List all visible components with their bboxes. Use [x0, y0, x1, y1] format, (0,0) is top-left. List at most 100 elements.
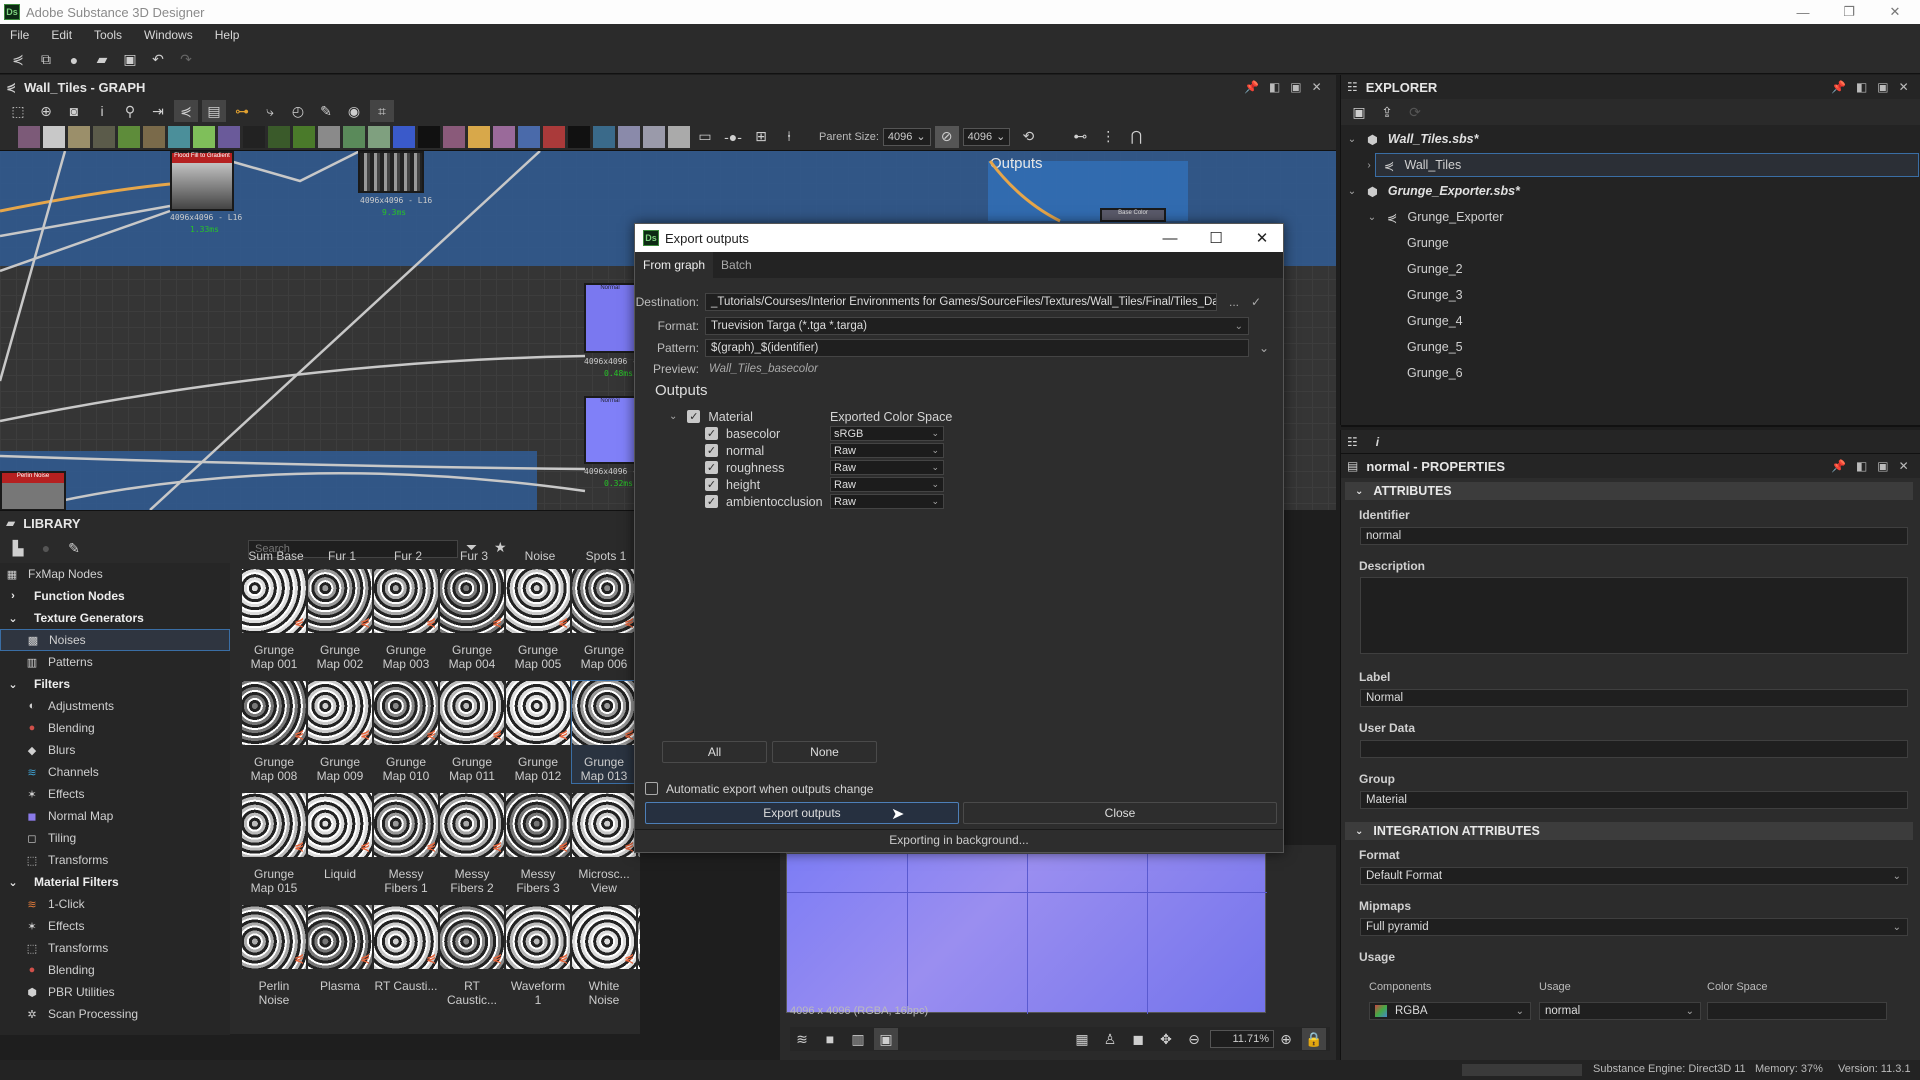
library-thumbnail[interactable]: ⋞ Grunge Map 008 [242, 681, 306, 783]
palette-node-icon[interactable] [118, 125, 140, 148]
library-thumbnail[interactable]: ⋞ Plasma [308, 905, 372, 993]
library-item[interactable]: ▩ Noises [0, 629, 230, 651]
library-item[interactable]: ◐ Adjustments [0, 695, 230, 717]
zoom-in-icon[interactable]: ⊕ [1274, 1028, 1298, 1050]
chevron-down-icon[interactable]: ⌄ [8, 678, 18, 691]
channels-icon[interactable]: ≋ [790, 1028, 814, 1050]
explorer-tab-icon[interactable]: ☷ [1347, 435, 1358, 449]
mipmaps-dropdown[interactable]: Full pyramid ⌄ [1360, 918, 1908, 936]
graph-layout-icon[interactable]: ⋞ [174, 100, 198, 122]
format-dropdown[interactable]: Default Format ⌄ [1360, 867, 1908, 885]
maximize-panel-icon[interactable]: ▣ [1877, 459, 1888, 473]
library-category[interactable]: ⌄ Filters [0, 673, 230, 695]
usage-dropdown[interactable]: normal ⌄ [1539, 1002, 1701, 1020]
graph-node-normal-2[interactable]: Normal [584, 396, 636, 464]
minimize-window-button[interactable]: — [1780, 0, 1826, 24]
save-all-icon[interactable]: ▣ [118, 49, 142, 71]
pattern-field[interactable]: $(graph)_$(identifier) [705, 339, 1249, 357]
lock-icon[interactable]: 🔒 [1302, 1028, 1326, 1050]
colorspace-dropdown[interactable] [1707, 1002, 1887, 1020]
explorer-item[interactable]: Grunge_5 [1341, 335, 1920, 359]
library-thumbnail[interactable]: ⋞ RT Caustic... [440, 905, 504, 1007]
new-function-icon[interactable]: ⧉ [34, 49, 58, 71]
info-tab-icon[interactable]: i [1376, 435, 1379, 449]
palette-node-icon[interactable] [243, 125, 265, 148]
tile-icon[interactable]: ▦ [1070, 1028, 1094, 1050]
close-panel-icon[interactable]: ✕ [1899, 459, 1909, 473]
link-size-icon[interactable]: ⊘ [934, 125, 959, 148]
library-item[interactable]: ⬢ PBR Utilities [0, 981, 230, 1003]
publish-icon[interactable]: ⇪ [1375, 101, 1399, 123]
align-vertical-icon[interactable]: ⋮ [1096, 126, 1120, 148]
palette-node-icon[interactable] [418, 125, 440, 148]
library-item[interactable]: ⬚ Transforms [0, 937, 230, 959]
library-item[interactable]: ◼ Normal Map [0, 805, 230, 827]
identifier-field[interactable]: normal [1360, 527, 1908, 545]
palette-node-icon[interactable] [543, 125, 565, 148]
library-item[interactable]: ▥ Patterns [0, 651, 230, 673]
library-thumbnail[interactable]: ⋞ Grunge Map 015 [242, 793, 306, 895]
close-panel-icon[interactable]: ✕ [1899, 80, 1909, 94]
palette-node-icon[interactable] [318, 125, 340, 148]
pin-icon[interactable]: 📌 [1831, 80, 1846, 94]
frame-all-icon[interactable]: ⬚ [6, 100, 30, 122]
float-panel-icon[interactable]: ◧ [1856, 80, 1867, 94]
palette-node-icon[interactable] [593, 125, 615, 148]
dialog-minimize-button[interactable]: — [1147, 224, 1193, 252]
library-thumbnail[interactable]: ⋞ Grunge Map 002 [308, 569, 372, 671]
palette-node-icon[interactable] [443, 125, 465, 148]
library-thumbnail[interactable]: ⋞ Grunge Map 012 [506, 681, 570, 783]
library-item[interactable]: ✶ Effects [0, 783, 230, 805]
snap-grid-icon[interactable]: ⌗ [370, 100, 394, 122]
library-thumbnail[interactable]: ⋞ Grunge Map 009 [308, 681, 372, 783]
palette-node-icon[interactable] [618, 125, 640, 148]
reset-size-icon[interactable]: ⟲ [1016, 126, 1040, 148]
float-panel-icon[interactable]: ◧ [1269, 80, 1280, 94]
undo-icon[interactable]: ↶ [146, 49, 170, 71]
chevron-down-icon[interactable]: ⌄ [8, 612, 18, 625]
library-category[interactable]: ⌄ Material Filters [0, 871, 230, 893]
color-space-dropdown[interactable]: Raw ⌄ [830, 477, 944, 492]
palette-node-icon[interactable] [293, 125, 315, 148]
select-none-button[interactable]: None [772, 741, 877, 763]
save-icon[interactable]: ▣ [1347, 101, 1371, 123]
palette-node-icon[interactable] [468, 125, 490, 148]
attributes-section-header[interactable]: ⌄ ATTRIBUTES [1345, 482, 1913, 500]
restore-window-button[interactable]: ❐ [1826, 0, 1872, 24]
library-item[interactable]: ◆ Blurs [0, 739, 230, 761]
timer-icon[interactable]: ◴ [286, 100, 310, 122]
output-checkbox[interactable]: ✓ [705, 478, 718, 491]
magnet-icon[interactable]: ⋂ [1124, 126, 1148, 148]
library-thumbnail[interactable]: ⋞ Perlin Noise [242, 905, 306, 1007]
components-dropdown[interactable]: RGBA ⌄ [1369, 1002, 1531, 1020]
export-outputs-button[interactable]: Export outputs [645, 802, 959, 824]
library-thumbnail[interactable]: ⋞ Messy Fibers 1 [374, 793, 438, 895]
open-folder-icon[interactable]: ▰ [90, 49, 114, 71]
menu-help[interactable]: Help [215, 28, 240, 42]
menu-file[interactable]: File [10, 28, 29, 42]
info-icon[interactable]: i [90, 100, 114, 122]
dialog-close-button[interactable]: ✕ [1239, 224, 1285, 252]
menu-edit[interactable]: Edit [51, 28, 72, 42]
parent-size-dropdown[interactable]: 4096 ⌄ [882, 127, 931, 146]
background-grid-icon[interactable]: ▥ [846, 1028, 870, 1050]
library-item[interactable]: ▦ FxMap Nodes [0, 563, 230, 585]
new-package-icon[interactable]: ● [62, 49, 86, 71]
explorer-item[interactable]: Grunge [1341, 231, 1920, 255]
browse-button[interactable]: ... [1229, 295, 1239, 309]
library-thumbnail[interactable]: ⋞ Grunge Map 011 [440, 681, 504, 783]
connector-icon[interactable]: ⤷ [258, 100, 282, 122]
palette-node-icon[interactable] [493, 125, 515, 148]
person-icon[interactable]: ♙ [1098, 1028, 1122, 1050]
reload-icon[interactable]: ⟳ [1403, 101, 1427, 123]
color-space-dropdown[interactable]: Raw ⌄ [830, 494, 944, 509]
library-thumbnail[interactable]: ⋞ Liquid [308, 793, 372, 881]
palette-node-icon[interactable] [218, 125, 240, 148]
select-all-button[interactable]: All [662, 741, 767, 763]
search-icon[interactable]: ⚲ [118, 100, 142, 122]
edit-icon[interactable]: ✎ [62, 537, 86, 559]
library-category[interactable]: › Function Nodes [0, 585, 230, 607]
palette-node-icon[interactable] [568, 125, 590, 148]
chevron-right-icon[interactable]: › [8, 590, 18, 602]
zoom-out-icon[interactable]: ⊖ [1182, 1028, 1206, 1050]
